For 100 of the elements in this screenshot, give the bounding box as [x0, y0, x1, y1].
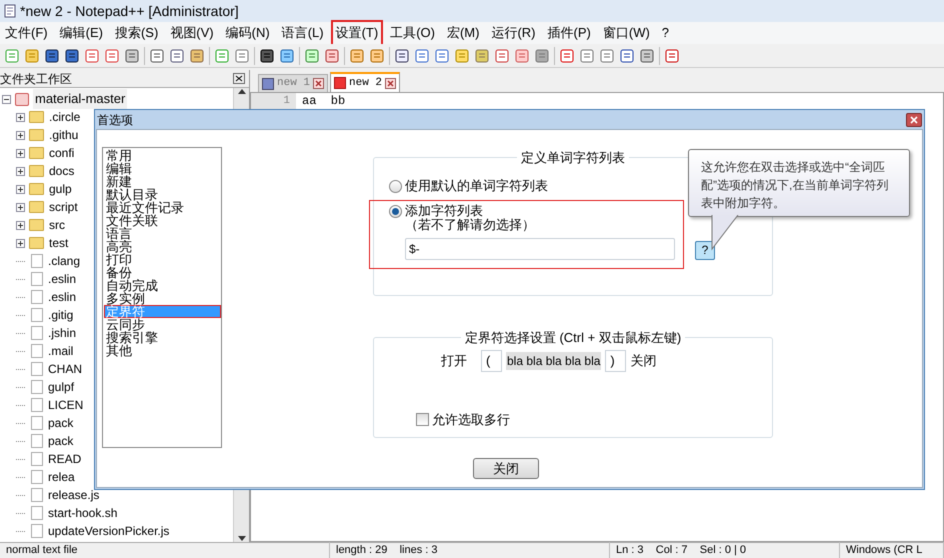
expand-icon[interactable]	[16, 166, 25, 176]
editor-tab[interactable]: new 2	[330, 72, 400, 92]
status-text: Windows (CR L	[840, 542, 944, 558]
tab-label: new 1	[277, 76, 310, 92]
category-item[interactable]: 最近文件记录	[104, 201, 221, 214]
category-item[interactable]: 打印	[104, 253, 221, 266]
close-button[interactable]	[906, 113, 922, 127]
tree-item[interactable]: gulp	[48, 180, 73, 198]
radio-button[interactable]	[389, 180, 402, 192]
checkbox[interactable]	[416, 412, 429, 426]
menu-item[interactable]: ?	[656, 20, 674, 46]
category-item[interactable]: 云同步	[104, 318, 221, 331]
tree-item[interactable]: test	[48, 234, 70, 252]
input-field[interactable]: (	[481, 350, 502, 372]
panel-title: 文件夹工作区	[0, 70, 72, 88]
menu-item[interactable]: 文件(F)	[0, 20, 53, 46]
file-icon	[31, 380, 43, 394]
tree-item[interactable]: src	[48, 216, 66, 234]
tree-item[interactable]: pack	[47, 414, 74, 432]
menu-item[interactable]: 编辑(E)	[54, 20, 108, 46]
category-item[interactable]: 文件关联	[104, 214, 221, 227]
expand-icon[interactable]	[16, 220, 25, 230]
menu-item[interactable]: 语言(L)	[276, 20, 329, 46]
close-icon[interactable]	[233, 73, 245, 84]
file-icon	[31, 326, 43, 340]
expand-icon[interactable]	[16, 112, 25, 122]
tree-item[interactable]: .clang	[47, 252, 82, 270]
tooltip: 这允许您在双击选择或选中“全词匹配”选项的情况下,在当前单词字符列表中附加字符。	[688, 149, 910, 217]
tree-item[interactable]: relea	[47, 468, 76, 486]
tree-item[interactable]: .eslin	[47, 288, 78, 306]
project-icon	[15, 92, 29, 106]
tree-item[interactable]: .jshin	[47, 324, 78, 342]
menu-item[interactable]: 窗口(W)	[598, 20, 655, 46]
tree-item[interactable]: LICEN	[47, 396, 84, 414]
tab-label: new 2	[349, 76, 382, 91]
tree-item[interactable]: .gitig	[47, 306, 74, 324]
file-icon	[31, 290, 43, 304]
category-item[interactable]: 默认目录	[104, 188, 221, 201]
tree-item[interactable]: material-master	[33, 89, 128, 109]
expand-icon[interactable]	[16, 202, 25, 212]
close-button[interactable]: 关闭	[473, 458, 539, 479]
file-icon	[31, 344, 43, 358]
window-title: *new 2 - Notepad++ [Administrator]	[20, 2, 239, 21]
sample-text: bla bla bla bla bla	[506, 352, 602, 370]
menu-item[interactable]: 运行(R)	[486, 20, 541, 46]
expand-icon[interactable]	[16, 238, 25, 248]
input-field[interactable]: $-	[405, 238, 675, 260]
tree-item[interactable]: .circle	[48, 108, 82, 126]
expand-icon[interactable]	[16, 148, 25, 158]
tree-item[interactable]: confi	[48, 144, 76, 162]
tree-item[interactable]: .githu	[48, 126, 80, 144]
file-icon	[31, 398, 43, 412]
status-text: length : 29 lines : 3	[330, 542, 610, 558]
tree-item[interactable]: pack	[47, 432, 74, 450]
file-icon	[31, 470, 43, 484]
down-arrow-icon[interactable]	[238, 536, 246, 542]
radio-label: 使用默认的单词字符列表	[405, 178, 548, 192]
tree-item[interactable]: .eslin	[47, 270, 78, 288]
category-item[interactable]: 新建	[104, 175, 221, 188]
expand-icon[interactable]	[16, 184, 25, 194]
expand-icon[interactable]	[16, 130, 25, 140]
file-icon	[31, 524, 43, 538]
menu-item[interactable]: 编码(N)	[220, 20, 275, 46]
category-item[interactable]: 编辑	[104, 162, 221, 175]
tree-item[interactable]: script	[48, 198, 79, 216]
close-icon[interactable]	[385, 78, 396, 88]
file-icon	[31, 434, 43, 448]
category-list[interactable]: 常用 编辑 新建 默认目录 最近文件记录 文件关联 语言 高亮 打印 备份 自动完成 多实例 定界符 云同步 搜索引擎 其他	[102, 147, 222, 448]
category-item[interactable]: 语言	[104, 227, 221, 240]
tree-item[interactable]: updateVersionPicker.js	[47, 522, 170, 540]
tree-item[interactable]: start-hook.sh	[47, 504, 118, 522]
category-item[interactable]: 高亮	[104, 240, 221, 253]
status-text: normal text file	[0, 542, 330, 558]
menu-item[interactable]: 宏(M)	[442, 20, 484, 46]
up-arrow-icon[interactable]	[238, 88, 246, 94]
menu-item[interactable]: 工具(O)	[385, 20, 440, 46]
tree-item[interactable]: .mail	[47, 342, 74, 360]
category-item[interactable]: 备份	[104, 266, 221, 279]
category-item[interactable]: 搜索引擎	[104, 331, 221, 344]
category-item[interactable]: 自动完成	[104, 279, 221, 292]
category-item[interactable]: 常用	[104, 149, 221, 162]
radio-button[interactable]	[389, 204, 402, 218]
category-item[interactable]: 多实例	[104, 292, 221, 305]
help-button[interactable]: ?	[695, 240, 715, 260]
file-icon	[31, 416, 43, 430]
menu-item[interactable]: 搜索(S)	[110, 20, 164, 46]
menu-item[interactable]: 插件(P)	[542, 20, 596, 46]
field-label: 打开	[441, 352, 467, 370]
tree-item[interactable]: docs	[48, 162, 76, 180]
file-icon	[31, 272, 43, 286]
tree-item[interactable]: READ	[47, 450, 82, 468]
tree-item[interactable]: gulpf	[47, 378, 76, 396]
tree-item[interactable]: CHAN	[47, 360, 84, 378]
input-field[interactable]: )	[605, 350, 626, 372]
category-item[interactable]: 其他	[104, 344, 221, 357]
menu-item[interactable]: 视图(V)	[165, 20, 219, 46]
file-icon	[31, 488, 43, 502]
checkbox-label: 允许选取多行	[432, 410, 510, 428]
collapse-icon[interactable]	[2, 94, 11, 104]
tree-item[interactable]: release.js	[47, 486, 100, 504]
